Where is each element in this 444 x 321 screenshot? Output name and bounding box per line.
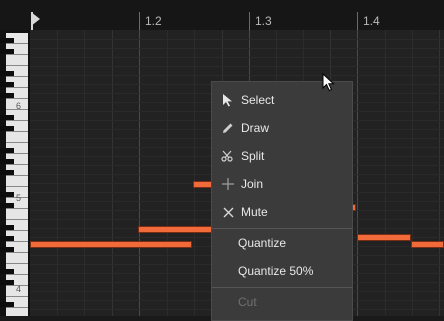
menu-item-label: Join [241,177,264,191]
white-key[interactable] [6,55,28,66]
bar-label-1-4: 1.4 [363,14,380,28]
menu-item-join[interactable]: Join [212,170,352,198]
white-key[interactable] [6,253,28,264]
menu-item-label: Quantize [238,236,287,250]
menu-item-quantize-50[interactable]: Quantize 50% [212,257,352,285]
timeline-ruler[interactable]: 1.2 1.3 1.4 [0,0,444,31]
bar-label-1-3: 1.3 [255,14,272,28]
white-key[interactable] [6,209,28,220]
scissors-icon [220,148,236,164]
octave-label-6: 6 [16,101,22,111]
midi-note[interactable] [357,234,411,241]
menu-item-mute[interactable]: Mute [212,198,352,226]
menu-item-label: Mute [241,205,268,219]
octave-label-5: 5 [16,193,22,203]
black-key[interactable] [0,269,14,274]
plus-icon [220,176,236,192]
black-key[interactable] [0,49,14,54]
menu-item-label: Split [241,149,265,163]
black-key[interactable] [0,115,14,120]
playhead-marker-icon[interactable] [31,12,40,26]
black-key[interactable] [0,236,14,241]
black-key[interactable] [0,247,14,252]
piano-keyboard[interactable]: 6 5 4 [0,30,30,316]
menu-item-label: Draw [241,121,270,135]
white-key[interactable] [6,132,28,143]
grid-row-line [30,39,444,40]
black-key[interactable] [0,159,14,164]
bar-label-1-2: 1.2 [145,14,162,28]
menu-item-cut: Cut [212,288,352,316]
black-key[interactable] [0,203,14,208]
menu-item-quantize[interactable]: Quantize [212,229,352,257]
midi-note[interactable] [411,241,444,248]
mouse-cursor-icon [322,72,336,98]
bar-tick [357,12,358,30]
context-menu: Select Draw Split Join Mute Quantize Qua… [211,81,353,321]
pencil-icon [220,120,236,136]
x-icon [220,204,236,220]
black-key[interactable] [0,280,14,285]
black-key[interactable] [0,126,14,131]
grid-row-line [30,48,444,49]
white-key[interactable] [6,176,28,187]
grid-row-line [30,75,444,76]
menu-item-draw[interactable]: Draw [212,114,352,142]
ruler-corner [0,0,30,30]
grid-row-line [30,66,444,67]
menu-item-label: Quantize 50% [238,264,314,278]
black-key[interactable] [0,192,14,197]
octave-label-4: 4 [16,284,22,294]
pointer-icon [220,92,236,108]
menu-item-label: Select [241,93,275,107]
grid-row-line [30,57,444,58]
black-key[interactable] [0,302,14,307]
menu-item-label: Cut [238,295,257,309]
black-key[interactable] [0,93,14,98]
bar-tick [249,12,250,30]
menu-item-split[interactable]: Split [212,142,352,170]
black-key[interactable] [0,225,14,230]
midi-note[interactable] [30,241,192,248]
black-key[interactable] [0,82,14,87]
white-key[interactable] [6,308,28,316]
black-key[interactable] [0,148,14,153]
black-key[interactable] [0,170,14,175]
midi-note[interactable] [193,181,213,188]
black-key[interactable] [0,38,14,43]
bar-tick [139,12,140,30]
black-key[interactable] [0,71,14,76]
